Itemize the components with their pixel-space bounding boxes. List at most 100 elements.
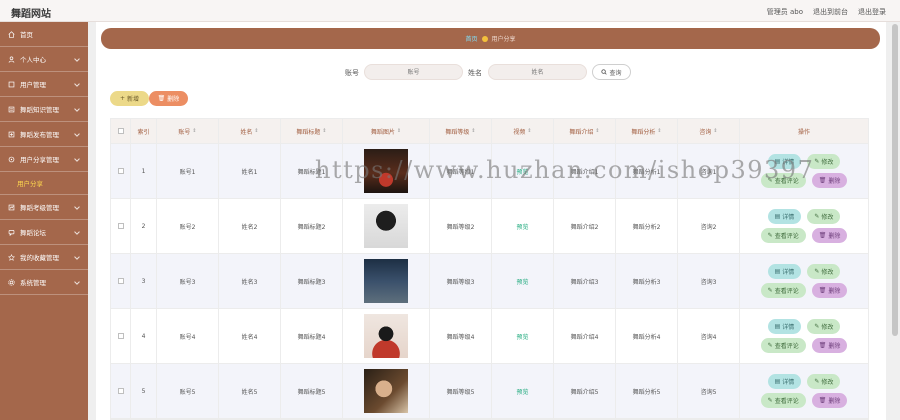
chevron-down-icon [74, 254, 80, 260]
sidebar-item-share[interactable]: 用户分享管理 [0, 147, 88, 172]
row-checkbox[interactable] [117, 168, 124, 174]
sidebar-item-favorites[interactable]: 我的收藏管理 [0, 245, 88, 270]
logout-link[interactable]: 退出登录 [858, 7, 886, 17]
table-header-row: 索引 账号 ⇕ 姓名 ⇕ 舞蹈标题 ⇕ 舞蹈图片 ⇕ 舞蹈等级 ⇕ 视频 ⇕ 舞蹈介绍 ⇕ 舞… [111, 119, 868, 144]
header-label: 舞蹈介绍 [569, 128, 594, 136]
detail-button[interactable]: ▤ 详情 [767, 319, 802, 334]
header-level[interactable]: 舞蹈等级 ⇕ [430, 119, 492, 143]
detail-label: 详情 [782, 214, 795, 221]
edit-button[interactable]: ✎ 修改 [807, 374, 841, 389]
table-row: 4 账号4 姓名4 舞蹈标题4 舞蹈等级4 预览 舞蹈介绍4 舞蹈分析4 咨询4… [111, 309, 868, 364]
home-icon [8, 30, 15, 38]
sidebar-item-forum[interactable]: 舞蹈论坛 [0, 220, 88, 245]
detail-button[interactable]: ▤ 详情 [767, 374, 802, 389]
cell-level: 舞蹈等级5 [430, 364, 492, 418]
add-button[interactable]: + 新增 [110, 91, 149, 106]
vertical-scrollbar[interactable] [890, 22, 900, 420]
row-checkbox[interactable] [117, 278, 124, 284]
video-preview-link[interactable]: 预览 [492, 254, 554, 308]
chevron-down-icon [74, 81, 80, 87]
cell-image [343, 309, 430, 363]
delete-button[interactable]: 🗑 删除 [811, 283, 848, 298]
cell-title: 舞蹈标题5 [281, 364, 343, 418]
header-consult[interactable]: 咨询 ⇕ [678, 119, 740, 143]
cell-image [343, 364, 430, 418]
document-icon: ▤ [774, 323, 781, 330]
scrollbar-thumb[interactable] [892, 24, 898, 336]
chevron-down-icon [74, 229, 80, 235]
breadcrumb-home[interactable]: 首页 [465, 34, 477, 43]
sort-icon: ⇕ [527, 128, 532, 134]
cell-intro: 舞蹈介绍5 [554, 364, 616, 418]
dance-thumbnail[interactable] [364, 369, 408, 413]
query-button[interactable]: 查询 [592, 64, 631, 80]
cell-operations: ▤ 详情 ✎ 修改 ✎ 查看评论 🗑 删除 [740, 254, 868, 308]
cell-index: 5 [131, 364, 157, 418]
delete-button[interactable]: 🗑 删除 [811, 228, 848, 243]
row-checkbox[interactable] [117, 333, 124, 339]
dance-thumbnail[interactable] [364, 259, 408, 303]
edit-button[interactable]: ✎ 修改 [807, 319, 841, 334]
sidebar-subitem-user-share[interactable]: 用户分享 [0, 172, 88, 195]
select-cell [111, 254, 131, 308]
view-comments-button[interactable]: ✎ 查看评论 [760, 283, 806, 298]
sidebar-item-system[interactable]: 系统管理 [0, 270, 88, 295]
view-comments-button[interactable]: ✎ 查看评论 [760, 338, 806, 353]
cell-account: 账号5 [157, 364, 219, 418]
header-label: 舞蹈标题 [296, 128, 321, 136]
delete-label: 删除 [828, 178, 841, 185]
row-checkbox[interactable] [117, 223, 124, 229]
header-analysis[interactable]: 舞蹈分析 ⇕ [616, 119, 678, 143]
detail-button[interactable]: ▤ 详情 [767, 264, 802, 279]
select-all-checkbox[interactable] [117, 128, 124, 134]
batch-delete-button[interactable]: 🗑 删除 [149, 91, 188, 106]
view-comments-button[interactable]: ✎ 查看评论 [760, 393, 806, 408]
detail-label: 详情 [782, 379, 795, 386]
select-cell [111, 364, 131, 418]
edit-button[interactable]: ✎ 修改 [807, 209, 841, 224]
delete-button[interactable]: 🗑 删除 [811, 393, 848, 408]
header-video[interactable]: 视频 ⇕ [492, 119, 554, 143]
header-account[interactable]: 账号 ⇕ [157, 119, 219, 143]
sidebar-item-users[interactable]: 用户管理 [0, 72, 88, 97]
sidebar-item-profile[interactable]: 个人中心 [0, 47, 88, 72]
account-search-input[interactable] [364, 64, 463, 80]
detail-label: 详情 [782, 269, 795, 276]
header-image[interactable]: 舞蹈图片 ⇕ [343, 119, 430, 143]
view-comments-button[interactable]: ✎ 查看评论 [760, 228, 806, 243]
cell-level: 舞蹈等级4 [430, 309, 492, 363]
header-intro[interactable]: 舞蹈介绍 ⇕ [554, 119, 616, 143]
header-name[interactable]: 姓名 ⇕ [219, 119, 281, 143]
name-search-input[interactable] [488, 64, 587, 80]
front-link[interactable]: 退出到前台 [813, 7, 848, 17]
sidebar-item-label: 我的收藏管理 [20, 254, 59, 262]
header-title[interactable]: 舞蹈标题 ⇕ [281, 119, 343, 143]
video-preview-link[interactable]: 预览 [492, 309, 554, 363]
cell-operations: ▤ 详情 ✎ 修改 ✎ 查看评论 🗑 删除 [740, 309, 868, 363]
sidebar-item-home[interactable]: 首页 [0, 22, 88, 47]
video-preview-link[interactable]: 预览 [492, 364, 554, 418]
sidebar-item-publish[interactable]: 舞蹈发布管理 [0, 122, 88, 147]
add-button-label: 新增 [127, 96, 140, 103]
video-preview-link[interactable]: 预览 [492, 199, 554, 253]
sidebar-item-grade[interactable]: 舞蹈考级管理 [0, 195, 88, 220]
header-label: 姓名 [240, 128, 253, 136]
dance-thumbnail[interactable] [364, 204, 408, 248]
sidebar-item-knowledge[interactable]: 舞蹈知识管理 [0, 97, 88, 122]
row-checkbox[interactable] [117, 388, 124, 394]
delete-button[interactable]: 🗑 删除 [811, 173, 848, 188]
delete-label: 删除 [828, 343, 841, 350]
detail-button[interactable]: ▤ 详情 [767, 209, 802, 224]
sort-icon: ⇕ [322, 128, 327, 134]
delete-button[interactable]: 🗑 删除 [811, 338, 848, 353]
user-icon [8, 56, 15, 63]
header-label: 索引 [137, 128, 150, 136]
cell-analysis: 舞蹈分析2 [616, 199, 678, 253]
cell-image [343, 199, 430, 253]
dance-thumbnail[interactable] [364, 314, 408, 358]
view-comments-label: 查看评论 [774, 233, 799, 240]
query-button-label: 查询 [609, 69, 622, 77]
trash-icon: 🗑 [818, 232, 827, 239]
edit-button[interactable]: ✎ 修改 [807, 264, 841, 279]
cell-analysis: 舞蹈分析5 [616, 364, 678, 418]
